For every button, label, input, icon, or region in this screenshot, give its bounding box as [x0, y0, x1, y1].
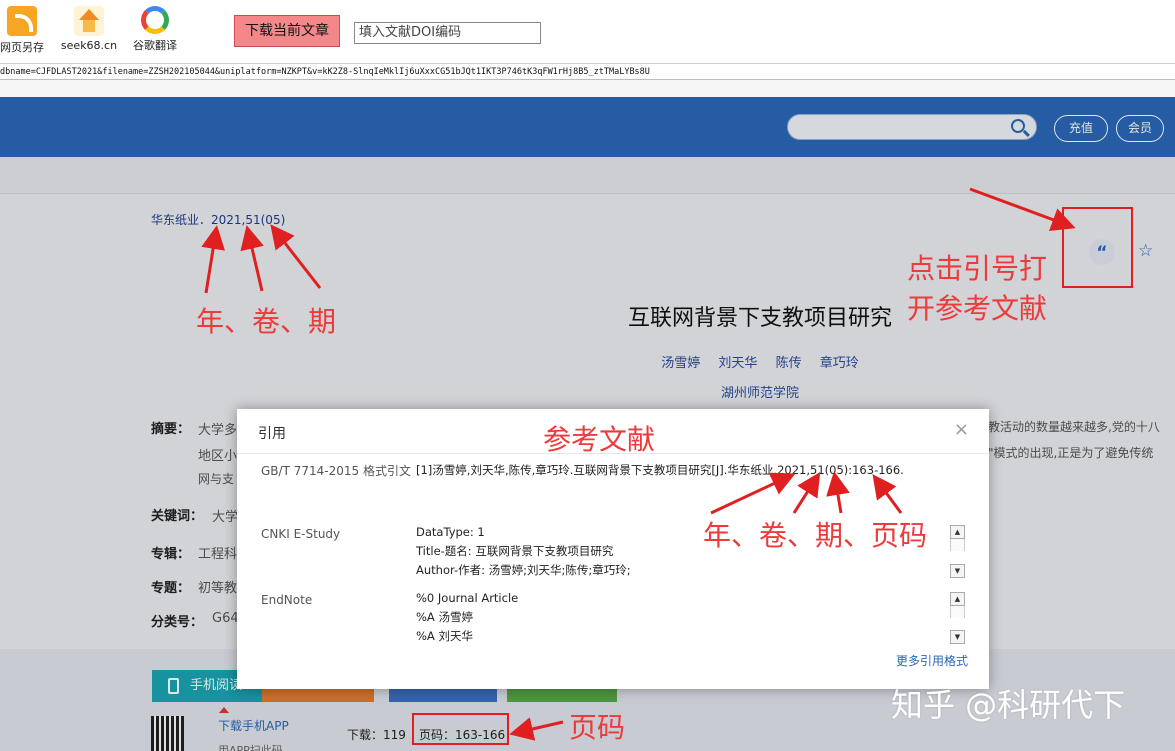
watermark: 知乎 @科研代下	[891, 686, 1126, 724]
annotation-arrows	[201, 187, 1076, 741]
arrow-line	[240, 225, 264, 292]
arrow-line	[872, 474, 903, 514]
arrow-line	[969, 187, 1076, 232]
arrow-line	[792, 471, 821, 514]
arrow-line	[710, 472, 796, 515]
arrow-line	[270, 224, 322, 289]
arrow-line	[201, 225, 225, 294]
arrow-line	[509, 717, 564, 741]
arrow-line	[826, 471, 850, 514]
